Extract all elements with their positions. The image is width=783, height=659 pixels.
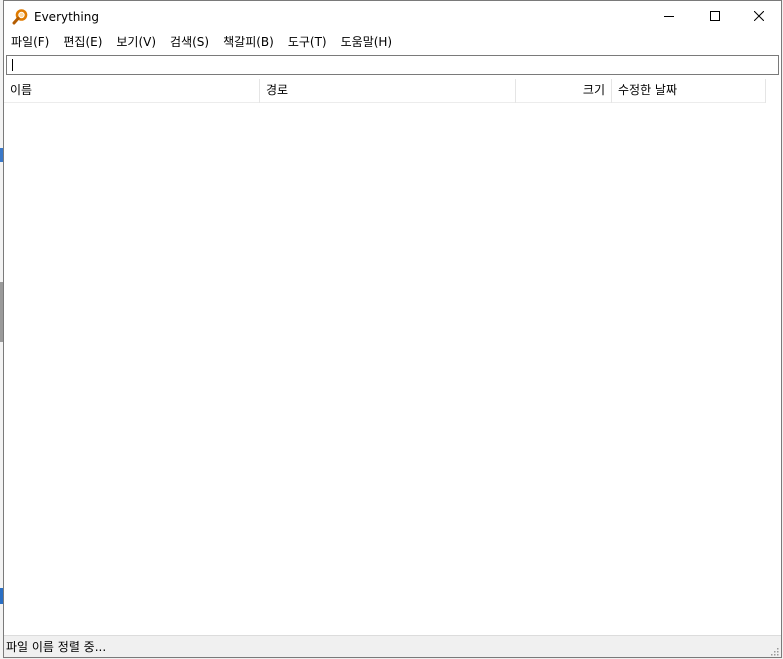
menu-view[interactable]: 보기(V) (109, 32, 163, 52)
menu-edit[interactable]: 편집(E) (56, 32, 109, 52)
menu-file[interactable]: 파일(F) (4, 32, 56, 52)
column-header-path[interactable]: 경로 (260, 79, 516, 103)
close-icon (753, 10, 765, 24)
magnifier-icon (12, 9, 28, 25)
column-header-date-modified[interactable]: 수정한 날짜 (612, 79, 766, 103)
everything-window: Everything 파일(F) 편집(E) 보기(V) 검색(S) 책갈피(B… (3, 0, 782, 658)
menu-help[interactable]: 도움말(H) (334, 32, 400, 52)
status-bar: 파일 이름 정렬 중... (4, 635, 781, 657)
maximize-button[interactable] (692, 1, 738, 32)
column-header-size[interactable]: 크기 (516, 79, 612, 103)
menu-bar: 파일(F) 편집(E) 보기(V) 검색(S) 책갈피(B) 도구(T) 도움말… (4, 32, 781, 52)
menu-tools[interactable]: 도구(T) (281, 32, 334, 52)
minimize-button[interactable] (646, 1, 692, 32)
results-header: 이름 경로 크기 수정한 날짜 (4, 79, 766, 103)
results-list[interactable] (4, 103, 781, 635)
menu-bookmarks[interactable]: 책갈피(B) (216, 32, 281, 52)
menu-search[interactable]: 검색(S) (163, 32, 216, 52)
maximize-icon (710, 10, 720, 24)
column-header-name[interactable]: 이름 (4, 79, 260, 103)
search-box[interactable] (6, 55, 779, 75)
resize-grip-icon[interactable] (769, 645, 779, 656)
search-input[interactable] (7, 56, 778, 74)
minimize-icon (664, 10, 674, 24)
window-title: Everything (34, 10, 99, 24)
text-caret (12, 59, 13, 71)
status-text: 파일 이름 정렬 중... (6, 640, 107, 654)
title-bar[interactable]: Everything (4, 1, 781, 32)
close-button[interactable] (736, 1, 781, 32)
